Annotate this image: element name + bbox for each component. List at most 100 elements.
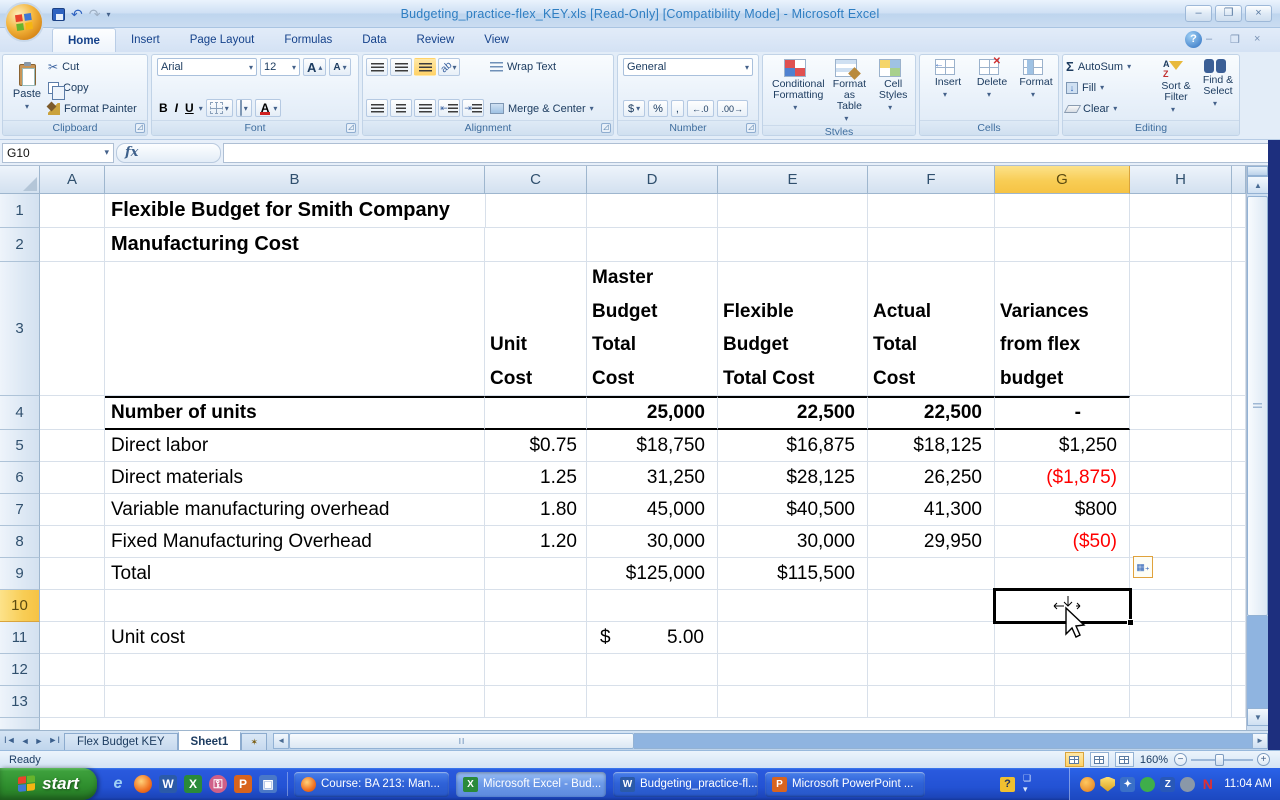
word-icon[interactable]: W [159, 775, 177, 793]
header-variances[interactable]: Variances from flex budget [995, 262, 1130, 396]
header-master-budget[interactable]: Master Budget Total Cost [587, 262, 718, 396]
header-actual-total[interactable]: Actual Total Cost [868, 262, 995, 396]
italic-button[interactable]: I [173, 101, 180, 115]
zoom-track[interactable] [1191, 753, 1253, 766]
tray-shield-icon[interactable] [1100, 776, 1116, 792]
autosum-button[interactable]: Σ AutoSum ▾ [1066, 58, 1152, 75]
normal-view-button[interactable] [1064, 752, 1084, 767]
column-header-d[interactable]: D [587, 166, 718, 194]
tab-formulas[interactable]: Formulas [269, 28, 347, 52]
orientation-button[interactable]: ab ▾ [438, 58, 460, 76]
format-as-table-button[interactable]: Format as Table ▾ [825, 57, 869, 123]
tray-green-icon[interactable] [1140, 776, 1156, 792]
question-mark-icon[interactable]: ? [1000, 776, 1015, 792]
column-header-a[interactable]: A [40, 166, 105, 194]
tray-clock-icon[interactable] [1080, 776, 1096, 792]
header-unit-cost[interactable]: Unit Cost [485, 262, 587, 396]
tab-data[interactable]: Data [347, 28, 401, 52]
find-select-button[interactable]: Find & Select ▾ [1194, 57, 1236, 118]
increase-decimal-button[interactable]: ←.0 [686, 100, 714, 117]
next-sheet-button[interactable]: ► [34, 736, 43, 746]
vertical-scroll-thumb[interactable] [1247, 196, 1268, 616]
underline-button[interactable]: U [183, 101, 196, 115]
cell-styles-button[interactable]: Cell Styles ▾ [868, 57, 912, 123]
row-header-9[interactable]: 9 [0, 558, 40, 590]
row-header-5[interactable]: 5 [0, 430, 40, 462]
firefox-icon[interactable] [134, 775, 152, 793]
insert-cells-button[interactable]: Insert▾ [923, 57, 967, 118]
sheet-tab-flex-budget-key[interactable]: Flex Budget KEY [63, 733, 178, 750]
paste-button[interactable]: Paste ▾ [6, 57, 48, 118]
column-header-h[interactable]: H [1130, 166, 1232, 194]
restore-button[interactable]: ❐ [1215, 5, 1242, 22]
font-color-button[interactable]: A ▾ [254, 99, 282, 117]
vertical-scrollbar[interactable]: ▲ ▼ [1246, 166, 1269, 730]
horizontal-scroll-track[interactable] [634, 732, 1252, 749]
alignment-dialog-launcher[interactable]: ◿ [601, 123, 611, 133]
decrease-decimal-button[interactable]: .00→ [716, 100, 749, 117]
number-dialog-launcher[interactable]: ◿ [746, 123, 756, 133]
row-header-2[interactable]: 2 [0, 228, 40, 262]
insert-function-button[interactable]: fx [116, 142, 221, 163]
row-header-4[interactable]: 4 [0, 396, 40, 430]
zoom-in-button[interactable]: + [1257, 753, 1270, 766]
column-header-f[interactable]: F [868, 166, 995, 194]
format-painter-button[interactable]: Format Painter [48, 100, 144, 117]
underline-dropdown[interactable]: ▾ [199, 104, 203, 113]
clipboard-dialog-launcher[interactable]: ◿ [135, 123, 145, 133]
row-header-12[interactable]: 12 [0, 654, 40, 686]
sheet-tab-sheet1[interactable]: Sheet1 [177, 731, 242, 750]
key-app-icon[interactable]: ⚿ [209, 775, 227, 793]
negative-variance[interactable]: ($50) [995, 526, 1130, 558]
row-header-11[interactable]: 11 [0, 622, 40, 654]
book-restore-button[interactable]: ❐ [1230, 33, 1250, 47]
tab-home[interactable]: Home [52, 28, 116, 52]
font-dialog-launcher[interactable]: ◿ [346, 123, 356, 133]
page-layout-view-button[interactable] [1089, 752, 1109, 767]
tab-review[interactable]: Review [402, 28, 470, 52]
row-header-1[interactable]: 1 [0, 194, 40, 228]
vertical-split-handle[interactable] [1247, 166, 1268, 176]
font-size-combo[interactable]: 12 ▾ [260, 58, 300, 76]
percent-style-button[interactable]: % [648, 100, 668, 117]
active-cell-selection-border[interactable] [993, 588, 1134, 626]
grow-font-button[interactable]: A ▴ [303, 58, 327, 76]
horizontal-scroll-thumb[interactable] [289, 732, 635, 749]
align-left-button[interactable] [366, 99, 388, 117]
row-header-3[interactable]: 3 [0, 262, 40, 396]
row-header-7[interactable]: 7 [0, 494, 40, 526]
accounting-format-button[interactable]: $ ▾ [623, 100, 646, 117]
powerpoint-icon[interactable]: P [234, 775, 252, 793]
scroll-right-button[interactable]: ► [1252, 732, 1268, 749]
vertical-scroll-track[interactable] [1247, 616, 1268, 708]
column-header-g-selected[interactable]: G [995, 166, 1130, 194]
internet-explorer-icon[interactable]: e [109, 775, 127, 793]
scroll-left-button[interactable]: ◄ [273, 732, 290, 749]
align-right-button[interactable] [414, 99, 436, 117]
fill-button[interactable]: ↓ Fill ▾ [1066, 79, 1152, 96]
decrease-indent-button[interactable]: ⇤ [438, 99, 460, 117]
fill-handle[interactable] [1127, 619, 1134, 626]
delete-cells-button[interactable]: Delete▾ [967, 56, 1011, 118]
office-button[interactable] [4, 2, 44, 42]
tray-blue-icon[interactable]: ✦ [1120, 776, 1136, 792]
tab-insert[interactable]: Insert [116, 28, 175, 52]
horizontal-scrollbar[interactable]: ◄ ► [273, 731, 1268, 750]
zoom-slider[interactable]: − + [1174, 753, 1270, 766]
align-bottom-button[interactable] [414, 58, 436, 76]
header-flexible-budget[interactable]: Flexible Budget Total Cost [718, 262, 868, 396]
align-top-button[interactable] [366, 58, 388, 76]
number-format-combo[interactable]: General ▾ [623, 58, 753, 76]
first-sheet-button[interactable]: Ⅰ◄ [4, 735, 16, 746]
conditional-formatting-button[interactable]: Conditional Formatting ▾ [766, 57, 825, 123]
book-close-button[interactable]: × [1254, 33, 1274, 47]
clear-button[interactable]: Clear ▾ [1063, 100, 1152, 117]
start-button[interactable]: start [0, 768, 97, 800]
sort-filter-button[interactable]: AZ Sort & Filter ▾ [1152, 57, 1194, 118]
column-header-e[interactable]: E [718, 166, 868, 194]
increase-indent-button[interactable]: ⇥ [462, 99, 484, 117]
comma-style-button[interactable]: , [670, 100, 684, 117]
taskbar-window-powerpoint[interactable]: P Microsoft PowerPoint ... [765, 771, 925, 797]
app-icon[interactable]: ▣ [259, 775, 277, 793]
scroll-up-button[interactable]: ▲ [1247, 176, 1269, 194]
